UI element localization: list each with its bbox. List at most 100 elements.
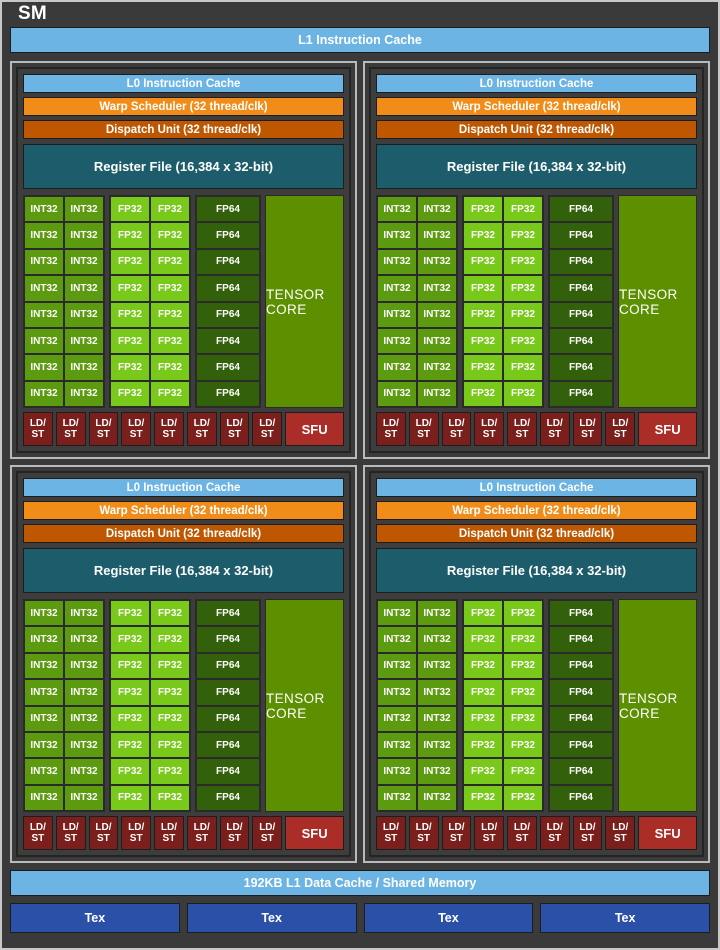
core-unit-int32: INT32 (378, 249, 416, 275)
core-unit-fp32: FP32 (111, 653, 149, 679)
core-unit-fp64: FP64 (197, 276, 259, 301)
load-store-label-line1: LD/ (29, 418, 46, 429)
core-unit-fp32: FP32 (151, 785, 189, 810)
core-unit-fp32: FP32 (111, 249, 149, 275)
load-store-label-line2: ST (548, 429, 562, 440)
core-unit-int32: INT32 (378, 680, 416, 705)
core-unit-fp64: FP64 (550, 706, 612, 731)
core-unit-fp64: FP64 (197, 627, 259, 652)
core-unit-int32: INT32 (65, 732, 103, 758)
dispatch-unit: Dispatch Unit (32 thread/clk) (23, 120, 344, 139)
core-unit-fp64: FP64 (197, 601, 259, 626)
core-unit-fp32: FP32 (151, 223, 189, 248)
core-unit-int32: INT32 (25, 249, 63, 275)
core-unit-int32: INT32 (378, 276, 416, 301)
load-store-label-line1: LD/ (29, 822, 46, 833)
core-unit-int32: INT32 (65, 381, 103, 406)
core-unit-fp64: FP64 (550, 785, 612, 810)
core-unit-fp32: FP32 (151, 706, 189, 731)
core-unit-int32: INT32 (378, 328, 416, 354)
core-column-group: INT32 INT32 INT32 INT32 INT32 INT32 INT32 INT32… (23, 195, 105, 408)
core-unit-fp32: FP32 (504, 355, 542, 380)
load-store-unit: LD/ST (474, 412, 505, 446)
core-unit-fp64: FP64 (550, 732, 612, 758)
core-unit-int32: INT32 (378, 627, 416, 652)
core-column-group: FP64 FP64 FP64 FP64 FP64 FP64 FP64 FP64 (548, 195, 614, 408)
core-unit-int32: INT32 (378, 355, 416, 380)
load-store-label-line1: LD/ (382, 822, 399, 833)
load-store-unit: LD/ST (474, 816, 505, 850)
load-store-unit: LD/ST (186, 816, 217, 850)
load-store-label-line1: LD/ (128, 418, 145, 429)
load-store-label-line2: ST (97, 429, 110, 440)
core-unit-int32: INT32 (378, 302, 416, 327)
load-store-label-line2: ST (260, 429, 274, 440)
load-store-label-line1: LD/ (579, 418, 596, 429)
core-column-int32: INT32 INT32 INT32 INT32 INT32 INT32 INT32 INT32 (25, 601, 63, 810)
sm-diagram: SM L1 Instruction Cache L0 Instruction C… (0, 0, 720, 950)
load-store-label-line2: ST (97, 833, 110, 844)
core-unit-int32: INT32 (378, 601, 416, 626)
core-column-int32: INT32 INT32 INT32 INT32 INT32 INT32 INT32 INT32 (378, 197, 416, 406)
core-unit-fp32: FP32 (151, 680, 189, 705)
core-unit-int32: INT32 (65, 653, 103, 679)
core-column-group: FP32 FP32 FP32 FP32 FP32 FP32 FP32 FP32 FP32 FP32… (109, 599, 191, 812)
load-store-unit: LD/ST (252, 412, 283, 446)
load-store-unit: LD/ST (121, 412, 152, 446)
load-store-label-line1: LD/ (448, 418, 465, 429)
processing-block-inner: L0 Instruction Cache Warp Scheduler (32 t… (16, 67, 351, 453)
load-store-label-line2: ST (31, 429, 45, 440)
core-unit-fp32: FP32 (111, 302, 149, 327)
load-store-label-line1: LD/ (160, 418, 177, 429)
load-store-label-line1: LD/ (128, 822, 145, 833)
core-unit-int32: INT32 (65, 785, 103, 810)
load-store-unit: LD/ST (507, 412, 537, 446)
core-unit-fp64: FP64 (550, 759, 612, 784)
load-store-label-line1: LD/ (226, 418, 243, 429)
core-unit-fp64: FP64 (550, 680, 612, 705)
core-unit-fp64: FP64 (197, 381, 259, 406)
core-unit-fp32: FP32 (504, 706, 542, 731)
core-unit-fp32: FP32 (504, 732, 542, 758)
core-unit-fp64: FP64 (550, 627, 612, 652)
core-column-fp64: FP64 FP64 FP64 FP64 FP64 FP64 FP64 FP64 (550, 601, 612, 810)
core-unit-fp64: FP64 (550, 249, 612, 275)
core-unit-int32: INT32 (65, 223, 103, 248)
texture-unit: Tex (540, 903, 710, 933)
load-store-label-line2: ST (450, 833, 463, 844)
load-store-label-line1: LD/ (546, 418, 563, 429)
load-store-label-line2: ST (129, 429, 143, 440)
core-unit-fp32: FP32 (111, 381, 149, 406)
sm-title: SM (18, 3, 47, 24)
core-unit-fp32: FP32 (504, 759, 542, 784)
load-store-label-line1: LD/ (259, 822, 276, 833)
core-unit-fp64: FP64 (550, 355, 612, 380)
load-store-label-line1: LD/ (579, 822, 596, 833)
core-unit-fp32: FP32 (111, 627, 149, 652)
core-unit-int32: INT32 (65, 759, 103, 784)
core-unit-fp64: FP64 (550, 328, 612, 354)
load-store-label-line2: ST (162, 429, 176, 440)
processing-block: L0 Instruction Cache Warp Scheduler (32 t… (10, 61, 357, 459)
core-unit-int32: INT32 (25, 197, 63, 222)
load-store-label-line2: ST (31, 833, 45, 844)
load-store-label-line1: LD/ (382, 418, 399, 429)
core-unit-fp64: FP64 (550, 223, 612, 248)
load-store-label-line1: LD/ (62, 822, 79, 833)
core-unit-fp64: FP64 (197, 653, 259, 679)
core-unit-int32: INT32 (418, 680, 456, 705)
load-store-label-line2: ST (228, 833, 241, 844)
core-unit-fp32: FP32 (111, 197, 149, 222)
core-column-group: FP32 FP32 FP32 FP32 FP32 FP32 FP32 FP32 FP32 FP32… (109, 195, 191, 408)
load-store-label-line2: ST (482, 833, 496, 844)
core-unit-fp32: FP32 (151, 355, 189, 380)
core-unit-int32: INT32 (65, 627, 103, 652)
special-function-unit: SFU (285, 412, 345, 446)
load-store-label-line1: LD/ (481, 418, 498, 429)
load-store-label-line2: ST (129, 833, 143, 844)
load-store-unit: LD/ST (219, 816, 250, 850)
core-unit-int32: INT32 (418, 328, 456, 354)
core-unit-int32: INT32 (65, 328, 103, 354)
load-store-label-line1: LD/ (612, 418, 629, 429)
core-unit-fp64: FP64 (197, 328, 259, 354)
